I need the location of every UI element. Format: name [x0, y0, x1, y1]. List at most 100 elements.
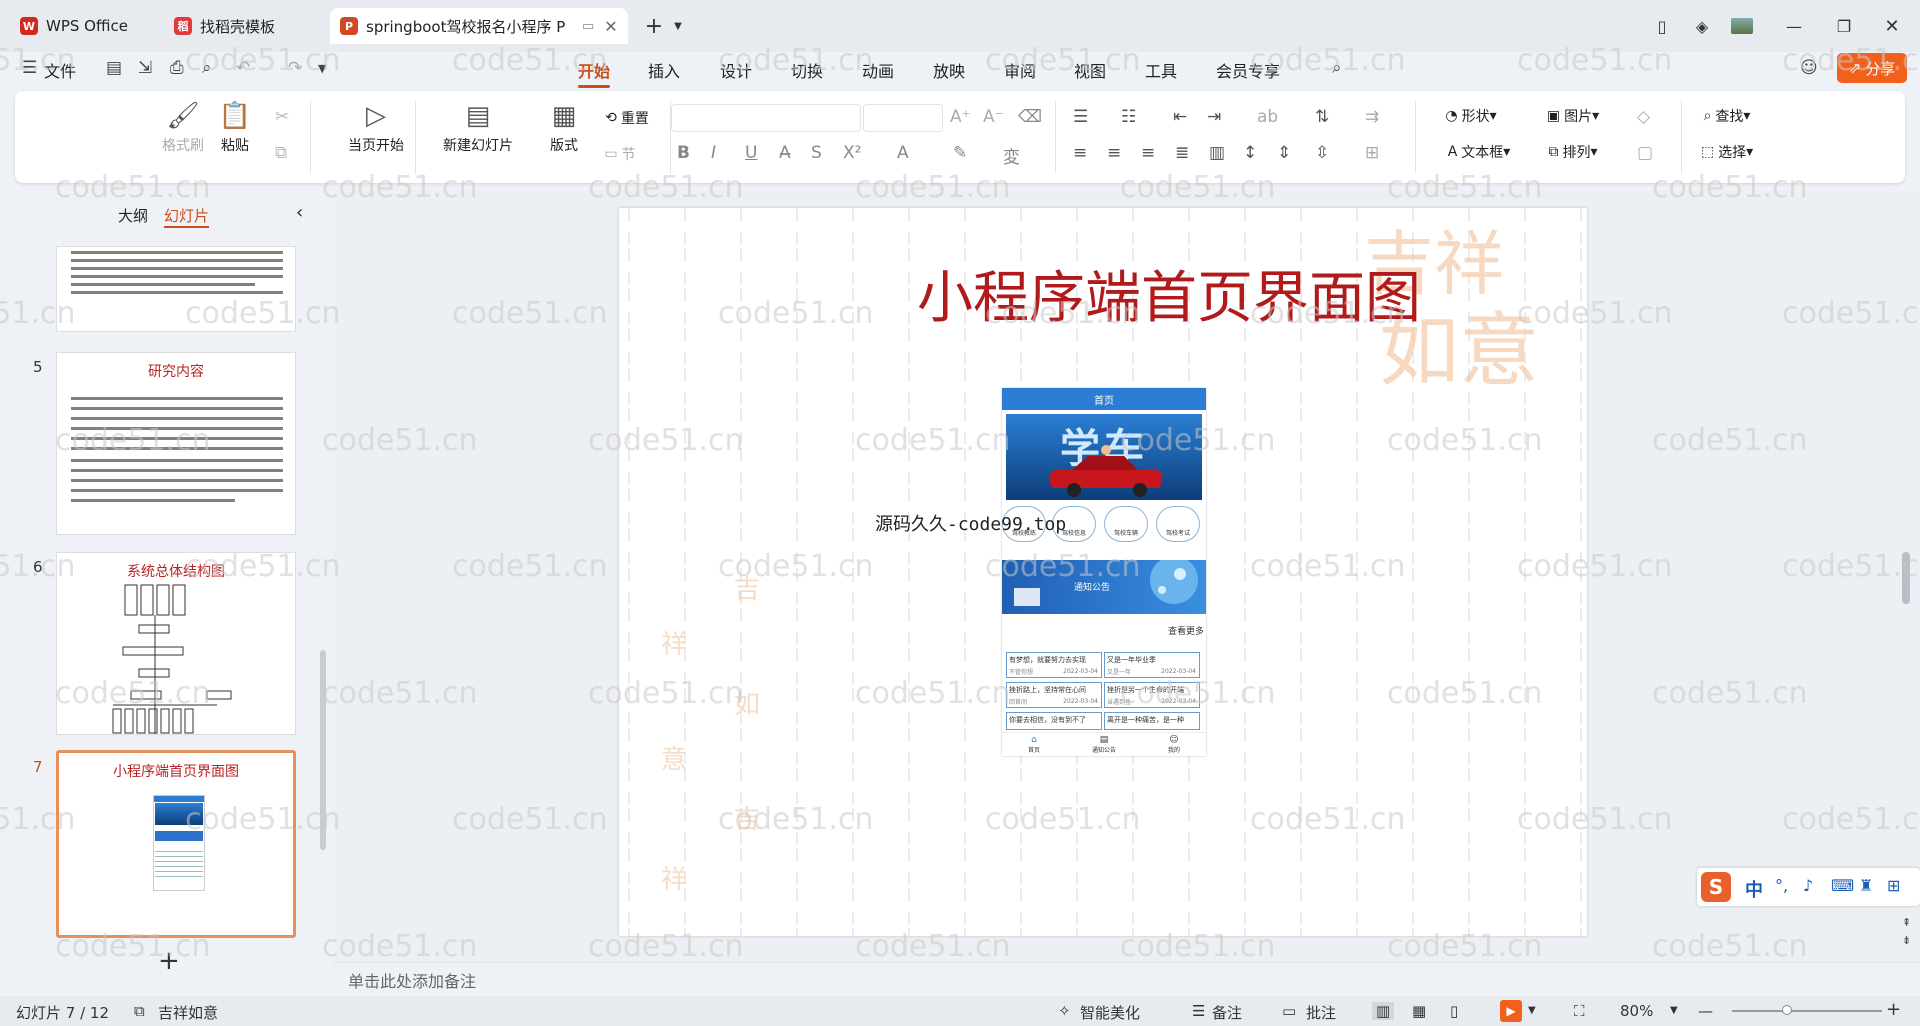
skin-icon[interactable]: ♜ — [1859, 876, 1873, 895]
paragraph-spacing-icon[interactable]: ⇕ — [1277, 143, 1291, 163]
highlight-icon[interactable]: ✎ — [953, 143, 967, 163]
spacing-icon[interactable]: ⇳ — [1315, 143, 1329, 163]
tab-window-icon[interactable]: ▭ — [582, 19, 594, 34]
shape-button[interactable]: ◔ 形状 ▾ — [1433, 104, 1509, 128]
quick-access-chevron-icon[interactable]: ▼ — [318, 62, 326, 75]
zoom-slider[interactable] — [1732, 1010, 1882, 1012]
paste-button[interactable]: 📋 粘贴 — [205, 101, 265, 155]
new-slide-button[interactable]: ▤ 新建幻灯片 — [425, 101, 531, 155]
superscript-icon[interactable]: X² — [843, 143, 861, 163]
save-icon[interactable]: ▤ — [106, 58, 122, 78]
line-spacing-icon[interactable]: ↕ — [1243, 143, 1257, 163]
chat-icon[interactable]: ☺ — [1800, 58, 1818, 78]
strikethrough-icon[interactable]: A̶ — [779, 143, 791, 163]
copy-icon[interactable]: ⧉ — [275, 143, 287, 163]
picture-button[interactable]: ▣ 图片 ▾ — [1535, 104, 1611, 128]
panel-layout-icon[interactable]: ▯ — [1648, 12, 1676, 40]
align-right-icon[interactable]: ≡ — [1141, 143, 1155, 163]
avatar[interactable] — [1728, 12, 1756, 40]
collapse-panel-icon[interactable]: ‹ — [296, 202, 303, 223]
outline-icon[interactable]: ▢ — [1637, 143, 1653, 163]
undo-icon[interactable]: ↶ — [236, 58, 250, 78]
clear-format-icon[interactable]: ⌫ — [1018, 107, 1042, 127]
font-size-select[interactable] — [863, 104, 943, 132]
slide-thumbnail-4[interactable] — [56, 246, 296, 332]
notes-pane[interactable]: 单击此处添加备注 — [334, 962, 1920, 992]
underline-icon[interactable]: U — [745, 143, 757, 163]
tab-design[interactable]: 设计 — [720, 58, 752, 82]
smart-beautify-button[interactable]: 智能美化 — [1080, 1002, 1140, 1023]
textbox-button[interactable]: A 文本框 ▾ — [1433, 140, 1525, 164]
slideshow-chevron-icon[interactable]: ▼ — [1528, 1005, 1536, 1016]
text-direction-icon[interactable]: ab — [1257, 107, 1278, 127]
columns-icon[interactable]: ⊞ — [1365, 143, 1379, 163]
shadow-icon[interactable]: S — [811, 143, 822, 163]
find-button[interactable]: ⌕ 查找 ▾ — [1689, 104, 1765, 128]
reading-view-icon[interactable]: ▯ — [1450, 1002, 1458, 1020]
add-slide-button[interactable]: + — [158, 946, 180, 976]
toolbox-icon[interactable]: ⊞ — [1887, 876, 1900, 895]
cube-icon[interactable]: ◈ — [1688, 12, 1716, 40]
bullets-icon[interactable]: ☰ — [1073, 107, 1088, 127]
tab-docer-templates[interactable]: 稻 找稻壳模板 — [164, 8, 324, 44]
comments-button[interactable]: 批注 — [1306, 1002, 1336, 1023]
slide-thumbnail-6[interactable]: 系统总体结构图 — [56, 552, 296, 735]
prev-slide-icon[interactable]: ⇞ — [1902, 916, 1911, 929]
theme-name[interactable]: 吉祥如意 — [158, 1002, 218, 1023]
tab-member[interactable]: 会员专享 — [1216, 58, 1280, 82]
font-color-icon[interactable]: A — [897, 143, 909, 163]
notes-toggle-button[interactable]: 备注 — [1212, 1002, 1242, 1023]
punctuation-icon[interactable]: °, — [1775, 876, 1788, 895]
slide-thumbnail-7[interactable]: 小程序端首页界面图 — [56, 750, 296, 938]
print-preview-icon[interactable]: ⌕ — [202, 58, 212, 78]
convert-icon[interactable]: ⇉ — [1365, 107, 1379, 127]
file-menu[interactable]: 文件 — [44, 58, 76, 82]
tab-view[interactable]: 视图 — [1074, 58, 1106, 82]
align-center-icon[interactable]: ≡ — [1107, 143, 1121, 163]
tab-presentation[interactable]: P springboot驾校报名小程序 P ▭ ✕ — [330, 8, 628, 44]
sogou-logo-icon[interactable]: S — [1701, 872, 1731, 902]
microphone-icon[interactable]: ♪ — [1803, 876, 1813, 895]
tab-tools[interactable]: 工具 — [1145, 58, 1177, 82]
print-icon[interactable]: ⎙ — [170, 58, 184, 78]
thumbnail-scrollbar[interactable] — [320, 650, 326, 850]
outdent-icon[interactable]: ⇤ — [1173, 107, 1187, 127]
close-window-icon[interactable]: ✕ — [1878, 12, 1906, 40]
fill-icon[interactable]: ◇ — [1637, 107, 1650, 127]
tab-slideshow[interactable]: 放映 — [933, 58, 965, 82]
tab-wps-office[interactable]: W WPS Office — [10, 8, 154, 44]
minimize-icon[interactable]: — — [1780, 12, 1808, 40]
next-slide-icon[interactable]: ⇟ — [1902, 934, 1911, 947]
font-family-select[interactable] — [671, 104, 861, 132]
numbering-icon[interactable]: ☷ — [1121, 107, 1136, 127]
current-slide[interactable]: 吉祥 如意 吉祥如意吉祥 小程序端首页界面图 首页 学车 驾校教练 驾校信息 驾… — [619, 208, 1587, 936]
decrease-font-icon[interactable]: A⁻ — [983, 107, 1004, 127]
slides-tab[interactable]: 幻灯片 — [164, 205, 210, 228]
search-icon[interactable]: ⌕ — [1332, 58, 1342, 78]
zoom-level[interactable]: 80% — [1620, 1002, 1653, 1020]
select-button[interactable]: ⬚ 选择 ▾ — [1689, 140, 1765, 164]
tab-insert[interactable]: 插入 — [648, 58, 680, 82]
share-button[interactable]: ⇗ 分享 — [1837, 53, 1907, 83]
reset-button[interactable]: ⟲ 重置 — [587, 106, 667, 130]
bold-icon[interactable]: B — [677, 143, 690, 163]
distribute-icon[interactable]: ▥ — [1209, 143, 1225, 163]
canvas-scrollbar[interactable] — [1902, 552, 1910, 604]
restore-icon[interactable]: ❐ — [1830, 12, 1858, 40]
justify-icon[interactable]: ≣ — [1175, 143, 1189, 163]
slide-sorter-icon[interactable]: ▦ — [1412, 1002, 1426, 1020]
phonetic-icon[interactable]: 変 — [1003, 143, 1020, 168]
keyboard-icon[interactable]: ⌨ — [1831, 876, 1854, 895]
tab-animations[interactable]: 动画 — [862, 58, 894, 82]
slide-title[interactable]: 小程序端首页界面图 — [839, 253, 1499, 334]
cut-icon[interactable]: ✂ — [275, 107, 289, 127]
zoom-in-icon[interactable]: + — [1886, 999, 1901, 1020]
zoom-chevron-icon[interactable]: ▼ — [1670, 1005, 1678, 1016]
normal-view-icon[interactable]: ▥ — [1372, 1002, 1395, 1020]
tab-transitions[interactable]: 切换 — [791, 58, 823, 82]
zoom-out-icon[interactable]: — — [1698, 1002, 1713, 1020]
hamburger-icon[interactable]: ☰ — [22, 58, 37, 78]
arrange-button[interactable]: ⧉ 排列 ▾ — [1535, 140, 1611, 164]
tab-close-icon[interactable]: ✕ — [604, 17, 617, 36]
section-button[interactable]: ▭ 节 — [585, 142, 655, 166]
